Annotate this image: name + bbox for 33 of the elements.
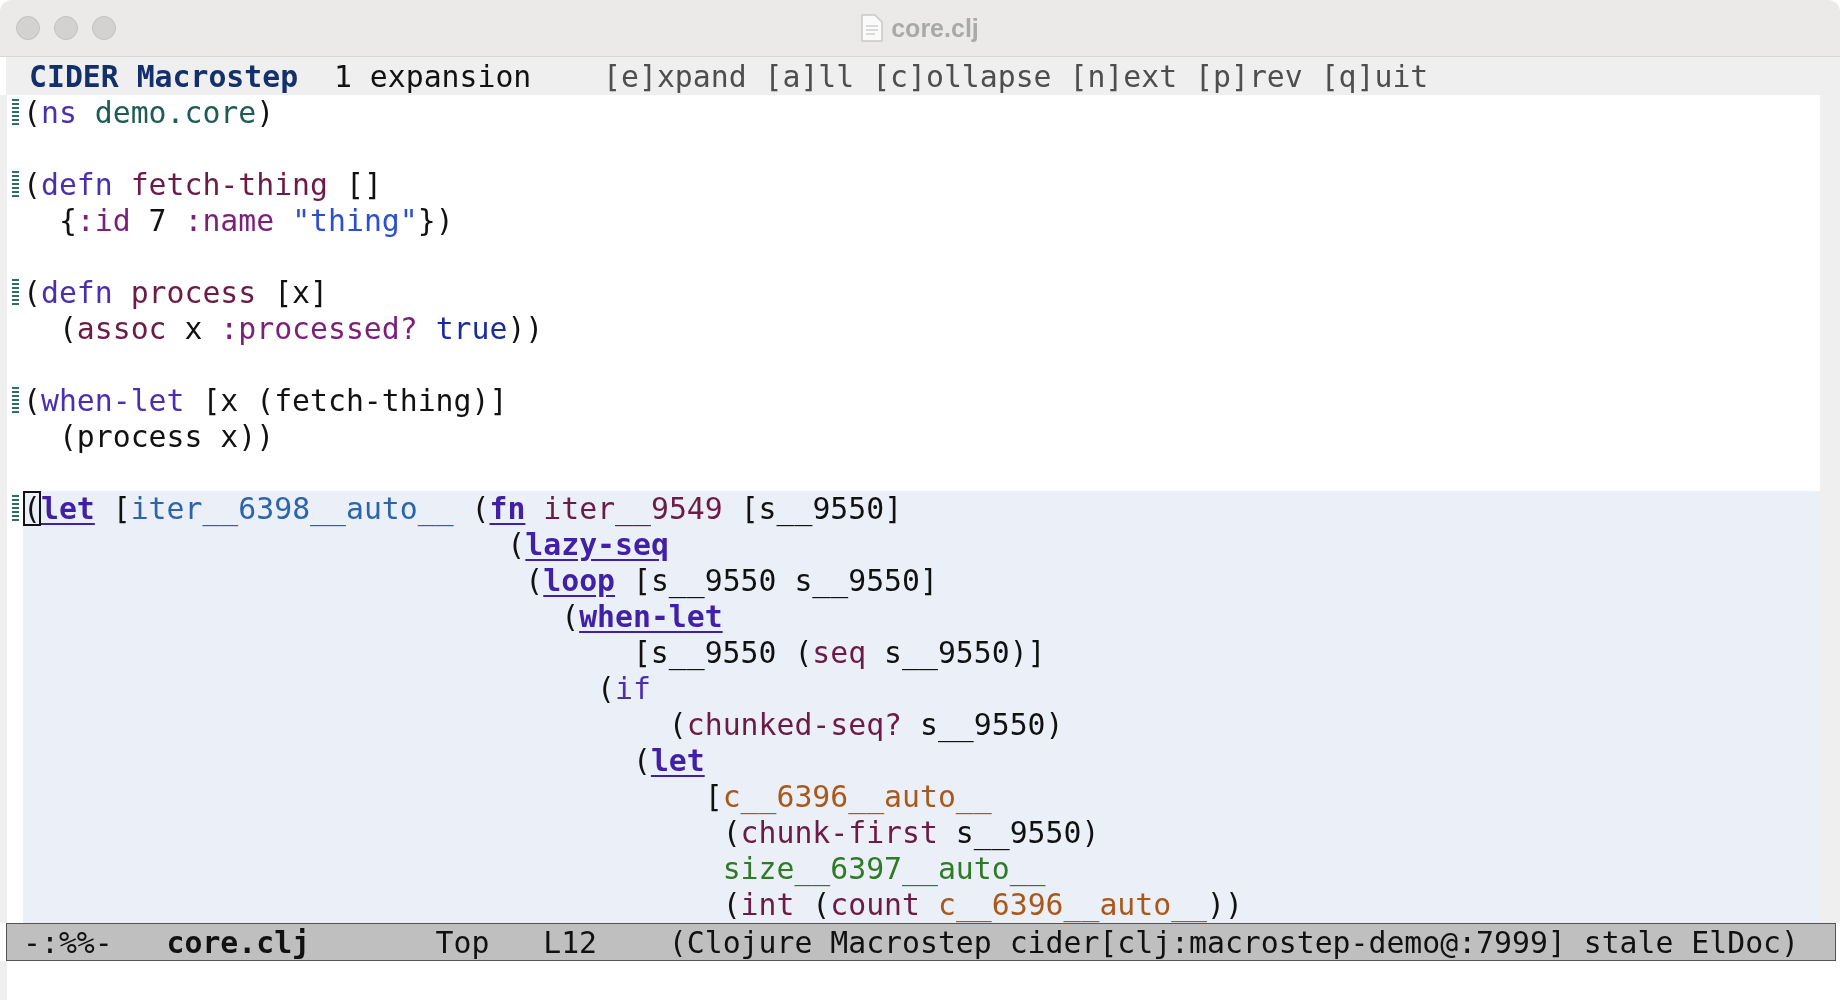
scroll-position: Top [435, 924, 490, 960]
code-line: (ns demo.core) [23, 95, 275, 131]
code-line: (assoc x :processed? true)) [58, 311, 544, 347]
code-line: (let [iter__6398__auto__ (fn iter__9549 [s__9550] [23, 491, 903, 527]
window-title: core.clj [891, 13, 979, 43]
document-icon [861, 14, 884, 42]
code-line: (defn process [x] [23, 275, 328, 311]
window-border [0, 961, 7, 1000]
buffer-state: -:%%- [23, 924, 113, 960]
code-line: [c__6396__auto__ [704, 779, 992, 815]
minimize-button[interactable] [54, 16, 78, 40]
code-line: (defn fetch-thing [] [23, 167, 382, 203]
key-help: [e]xpand [a]ll [c]ollapse [n]ext [p]rev [q]uit [603, 58, 1429, 94]
code-line: (process x)) [58, 419, 275, 455]
code-line: (chunked-seq? s__9550) [668, 707, 1064, 743]
code-line: (int (count c__6396__auto__)) [722, 887, 1243, 923]
code-line: {:id 7 :name "thing"}) [58, 203, 454, 239]
code-line: (let [632, 743, 705, 779]
buffer-name: core.clj [166, 924, 311, 960]
code-line: (when-let [561, 599, 723, 635]
code-line: [s__9550 (seq s__9550)] [632, 635, 1046, 671]
code-line: (chunk-first s__9550) [722, 815, 1100, 851]
expansion-count: 1 expansion [333, 58, 532, 94]
line-number: L12 [543, 924, 598, 960]
code-line: size__6397__auto__ [722, 851, 1046, 887]
close-button[interactable] [16, 16, 40, 40]
zoom-button[interactable] [92, 16, 116, 40]
code-line: (if [597, 671, 651, 707]
code-line: (when-let [x (fetch-thing)] [23, 383, 508, 419]
header-mode: CIDER Macrostep [29, 58, 299, 94]
code-line: (loop [s__9550 s__9550] [525, 563, 938, 599]
mode-list: (Clojure Macrostep cider[clj:macrostep-demo@:7999] stale ElDoc) [668, 924, 1799, 960]
code-line: (lazy-seq [507, 527, 669, 563]
